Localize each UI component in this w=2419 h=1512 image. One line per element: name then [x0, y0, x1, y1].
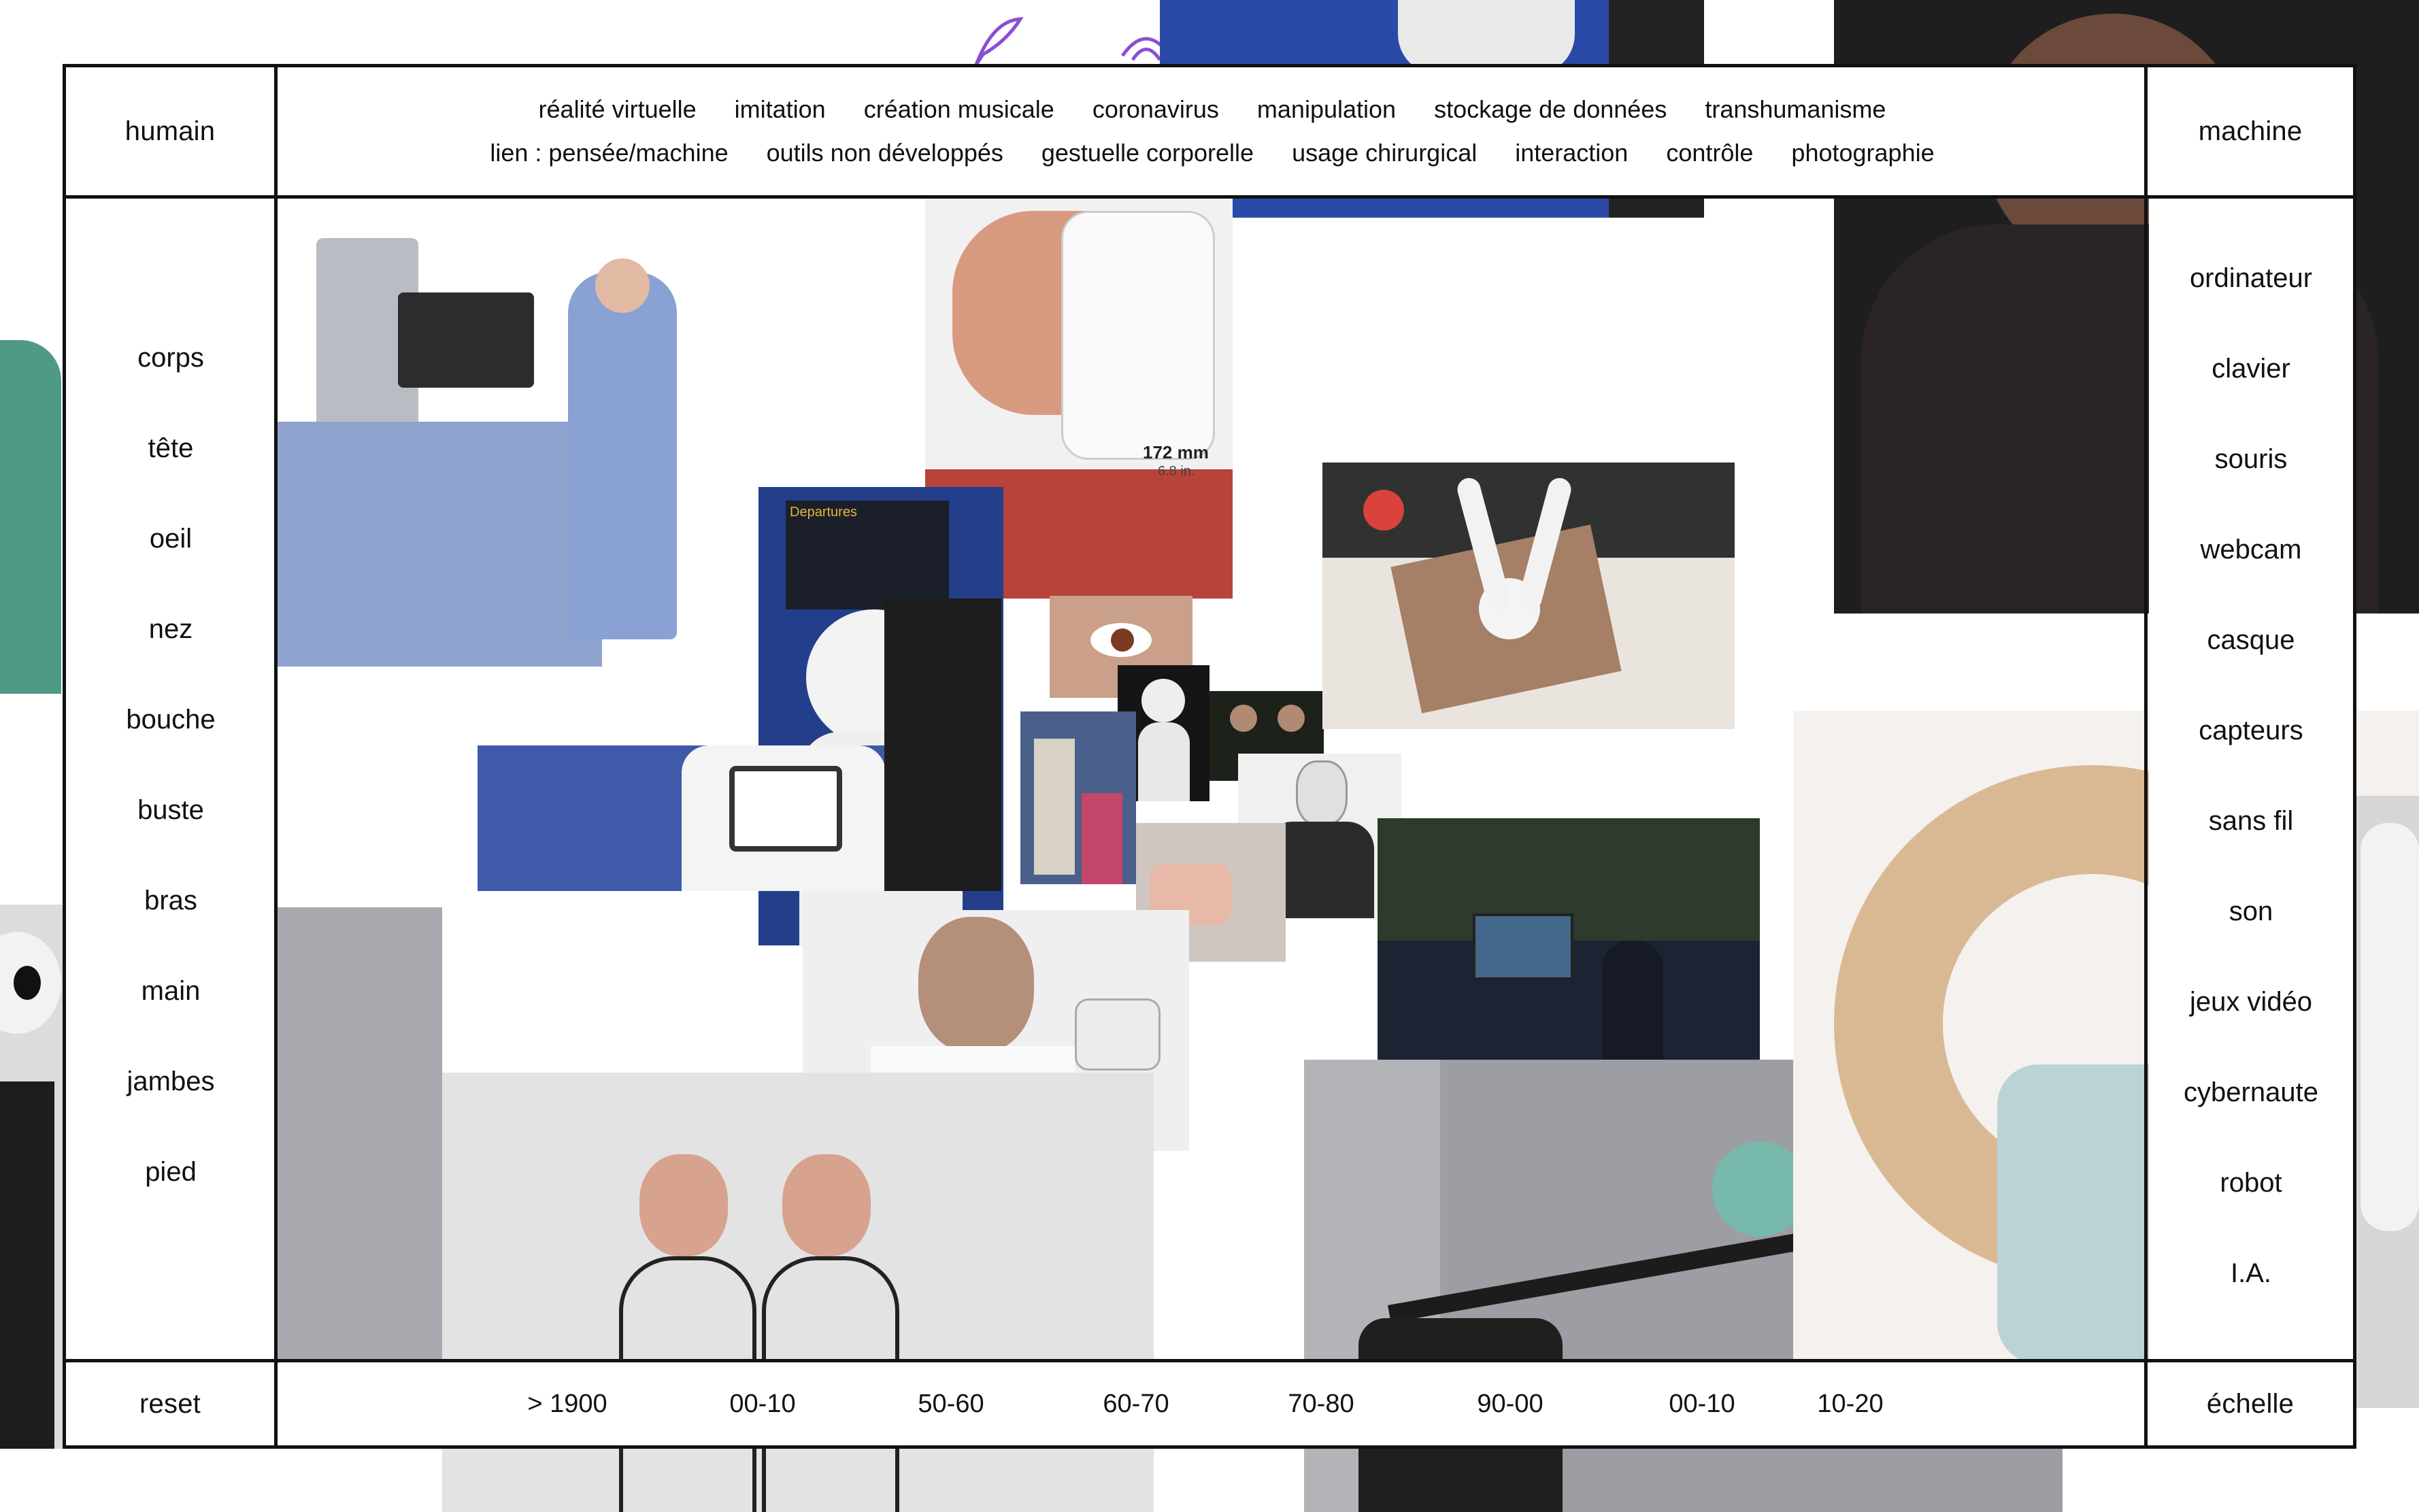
photo-dark-coat [884, 599, 1001, 891]
tag-webcam[interactable]: webcam [2149, 535, 2353, 565]
tag-clavier[interactable]: clavier [2149, 354, 2353, 384]
photo-robot-face-left-edge [0, 905, 68, 1449]
tag-oeil[interactable]: oeil [66, 524, 276, 554]
tag-photographie[interactable]: photographie [1772, 139, 1953, 167]
divider-right [2144, 64, 2148, 1449]
tag-sans-fil[interactable]: sans fil [2149, 806, 2353, 837]
tag-souris[interactable]: souris [2149, 444, 2353, 475]
tag-usage-chirurgical[interactable]: usage chirurgical [1273, 139, 1496, 167]
body-part-menu: corps tête oeil nez bouche buste bras ma… [66, 199, 276, 1359]
vr-subcaption: 6.8 in. [1158, 464, 1195, 479]
photo-two-robot-heads [442, 1073, 1154, 1512]
tag-jeux-video[interactable]: jeux vidéo [2149, 987, 2353, 1018]
tag-creation-musicale[interactable]: création musicale [845, 95, 1073, 124]
tag-coronavirus[interactable]: coronavirus [1073, 95, 1238, 124]
timeline-10-20[interactable]: 10-20 [1817, 1390, 1883, 1419]
tag-corps[interactable]: corps [66, 343, 276, 373]
tag-stockage-de-donnees[interactable]: stockage de données [1415, 95, 1686, 124]
reset-button[interactable]: reset [66, 1362, 274, 1445]
photo-reception-desk [1378, 818, 1760, 1060]
photo-grey-wall-left [276, 907, 442, 1363]
divider-bottom [63, 1359, 2356, 1362]
tag-imitation[interactable]: imitation [716, 95, 845, 124]
theme-tags-row-1: réalité virtuelle imitation création mus… [279, 95, 2146, 124]
tag-controle[interactable]: contrôle [1647, 139, 1772, 167]
tag-nez[interactable]: nez [66, 614, 276, 645]
machine-menu: ordinateur clavier souris webcam casque … [2149, 199, 2353, 1359]
timeline-50-60[interactable]: 50-60 [918, 1390, 984, 1419]
timeline-before-1900[interactable]: > 1900 [527, 1390, 607, 1419]
tag-transhumanisme[interactable]: transhumanisme [1686, 95, 1905, 124]
tag-bouche[interactable]: bouche [66, 705, 276, 735]
divider-left [274, 64, 278, 1449]
tag-buste[interactable]: buste [66, 795, 276, 826]
tag-casque[interactable]: casque [2149, 625, 2353, 656]
divider-top [63, 195, 2356, 199]
timeline-90-00[interactable]: 90-00 [1477, 1390, 1543, 1419]
tag-manipulation[interactable]: manipulation [1238, 95, 1415, 124]
photo-white-robot-right-edge [2354, 796, 2419, 1408]
tag-jambes[interactable]: jambes [66, 1066, 276, 1097]
photo-surgical-robot [276, 218, 711, 694]
tag-outils-non-developpes[interactable]: outils non développés [748, 139, 1022, 167]
tag-realite-virtuelle[interactable]: réalité virtuelle [520, 95, 716, 124]
feather-icon [966, 14, 1027, 68]
scale-button[interactable]: échelle [2148, 1362, 2353, 1445]
photo-surgeon-left-edge [0, 286, 68, 748]
tag-gestuelle-corporelle[interactable]: gestuelle corporelle [1022, 139, 1273, 167]
tag-tete[interactable]: tête [66, 433, 276, 464]
theme-tags-row-2: lien : pensée/machine outils non dévelop… [279, 139, 2146, 167]
theme-tags: réalité virtuelle imitation création mus… [279, 67, 2146, 195]
tag-robot[interactable]: robot [2149, 1168, 2353, 1198]
tag-pied[interactable]: pied [66, 1157, 276, 1188]
departures-board: Departures [786, 501, 949, 609]
filter-humain[interactable]: humain [66, 67, 274, 195]
photo-crowd [1020, 711, 1136, 884]
tag-bras[interactable]: bras [66, 886, 276, 916]
timeline: > 1900 00-10 50-60 60-70 70-80 90-00 00-… [279, 1362, 2146, 1445]
tag-capteurs[interactable]: capteurs [2149, 716, 2353, 746]
tag-ia[interactable]: I.A. [2149, 1258, 2353, 1289]
tag-lien-pensee-machine[interactable]: lien : pensée/machine [471, 139, 747, 167]
tag-main[interactable]: main [66, 976, 276, 1007]
photo-pepper-tablet [478, 745, 913, 891]
vr-caption: 172 mm [1143, 442, 1209, 463]
timeline-00-10-early[interactable]: 00-10 [729, 1390, 795, 1419]
image-collage: 172 mm 6.8 in. Departures [0, 0, 2419, 1512]
tag-son[interactable]: son [2149, 896, 2353, 927]
filter-machine[interactable]: machine [2148, 67, 2353, 195]
tag-ordinateur[interactable]: ordinateur [2149, 263, 2353, 294]
tag-cybernaute[interactable]: cybernaute [2149, 1077, 2353, 1108]
photo-doll-arms [1322, 463, 1735, 729]
timeline-70-80[interactable]: 70-80 [1288, 1390, 1354, 1419]
tag-interaction[interactable]: interaction [1496, 139, 1647, 167]
timeline-00-10-late[interactable]: 00-10 [1669, 1390, 1735, 1419]
timeline-60-70[interactable]: 60-70 [1103, 1390, 1169, 1419]
